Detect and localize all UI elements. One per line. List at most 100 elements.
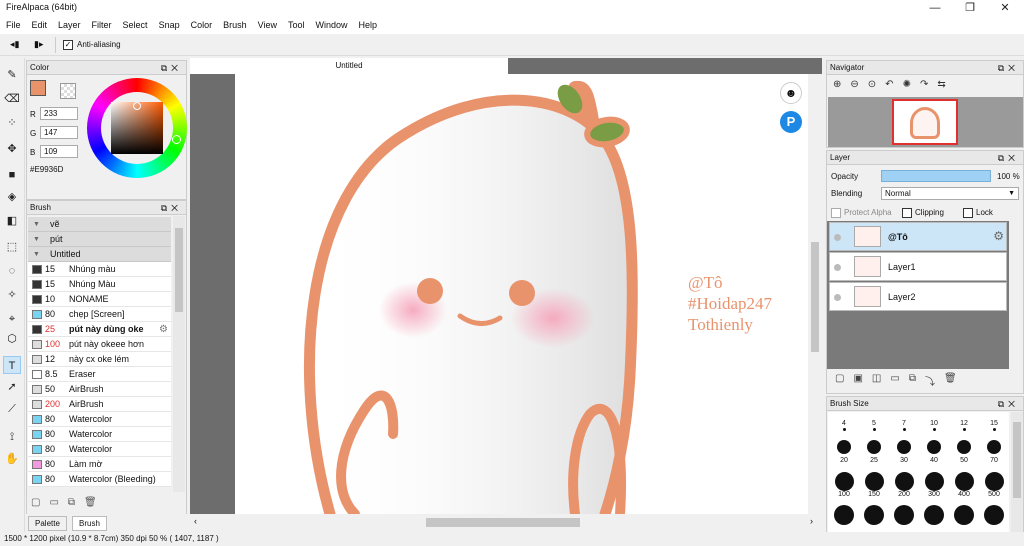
dot-tool-icon[interactable]: ⁘: [3, 114, 21, 132]
close-button[interactable]: ✕: [988, 0, 1022, 16]
brush-size-dot[interactable]: [993, 428, 996, 431]
brush-row[interactable]: 15 Nhúng Màu: [28, 277, 171, 292]
brush-size-dot[interactable]: [954, 471, 974, 491]
menu-item-help[interactable]: Help: [359, 20, 378, 30]
menu-item-layer[interactable]: Layer: [58, 20, 81, 30]
new-brush-icon[interactable]: ▢: [31, 497, 40, 508]
canvas-tab[interactable]: Untitled: [190, 58, 508, 74]
next-frame-icon[interactable]: ▮▸: [34, 39, 43, 50]
hue-wheel[interactable]: [87, 78, 187, 178]
b-input[interactable]: 109: [40, 145, 78, 158]
brush-size-dot[interactable]: [984, 505, 1004, 525]
brush-size-dot[interactable]: [873, 428, 876, 431]
brush-size-dot[interactable]: [963, 428, 966, 431]
brush-size-dot[interactable]: [954, 505, 974, 525]
antialias-checkbox[interactable]: ✓: [63, 40, 73, 50]
operation-tool-icon[interactable]: ➚: [3, 378, 21, 396]
brush-size-dot[interactable]: [864, 505, 884, 525]
r-input[interactable]: 233: [40, 107, 78, 120]
flip-icon[interactable]: ⇆: [937, 79, 945, 90]
brush-size-dot[interactable]: [957, 440, 971, 454]
brush-size-dot[interactable]: [897, 440, 911, 454]
hand-tool-icon[interactable]: ✋: [3, 450, 21, 468]
brush-row[interactable]: 100 pút này okeee hơn: [28, 337, 171, 352]
magic-wand-tool-icon[interactable]: ✧: [3, 286, 21, 304]
hscroll-thumb[interactable]: [426, 518, 580, 527]
brush-row[interactable]: 25 pút này dùng oke ⚙: [28, 322, 171, 337]
brush-row[interactable]: 80 Watercolor: [28, 442, 171, 457]
brush-size-dot[interactable]: [864, 471, 884, 491]
folder-icon[interactable]: ▭: [49, 497, 58, 508]
prev-frame-icon[interactable]: ◂▮: [10, 39, 19, 50]
gradient-tool-icon[interactable]: ◧: [3, 212, 21, 230]
menu-item-color[interactable]: Color: [191, 20, 213, 30]
clipping-checkbox[interactable]: [902, 208, 912, 218]
panel-controls-icon[interactable]: ⧉✕: [161, 201, 182, 215]
brush-row[interactable]: 10 NONAME: [28, 292, 171, 307]
brush-size-dot[interactable]: [933, 428, 936, 431]
lock-checkbox[interactable]: [963, 208, 973, 218]
brush-row[interactable]: 80 Watercolor (Bleeding): [28, 472, 171, 487]
zoom-out-icon[interactable]: ⊖: [850, 79, 858, 90]
brush-size-dot[interactable]: [894, 505, 914, 525]
blending-select[interactable]: Normal ▼: [881, 187, 1019, 200]
vscroll-thumb[interactable]: [811, 242, 819, 352]
delete-brush-icon[interactable]: 🗑: [84, 497, 97, 508]
select-rect-tool-icon[interactable]: ⬚: [3, 238, 21, 256]
navigator-viewport[interactable]: [892, 99, 958, 145]
move-tool-icon[interactable]: ✥: [3, 140, 21, 158]
brush-row[interactable]: 80 Làm mờ: [28, 457, 171, 472]
copy-brush-icon[interactable]: ⧉: [68, 497, 75, 508]
brush-row[interactable]: 200 AirBrush: [28, 397, 171, 412]
g-input[interactable]: 147: [40, 126, 78, 139]
opacity-slider[interactable]: [881, 170, 991, 182]
brush-size-dot[interactable]: [927, 440, 941, 454]
canvas-horizontal-scrollbar[interactable]: ‹ ›: [190, 514, 822, 531]
bucket-tool-icon[interactable]: ◈: [3, 188, 21, 206]
expand-triangle-icon[interactable]: ▼: [33, 232, 40, 247]
brush-size-dot[interactable]: [834, 471, 854, 491]
brush-size-dot[interactable]: [987, 440, 1001, 454]
zoom-fit-icon[interactable]: ⊙: [868, 79, 876, 90]
gear-icon[interactable]: ⚙: [993, 229, 1004, 243]
fill-rect-tool-icon[interactable]: ■: [3, 166, 21, 184]
menu-item-file[interactable]: File: [6, 20, 21, 30]
brush-size-dot[interactable]: [843, 428, 846, 431]
menu-item-edit[interactable]: Edit: [32, 20, 48, 30]
expand-triangle-icon[interactable]: ▼: [33, 217, 40, 232]
panel-controls-icon[interactable]: ⧉✕: [998, 61, 1019, 75]
rotate-reset-icon[interactable]: ✺: [903, 79, 911, 90]
merge-layer-icon[interactable]: ⤵: [925, 373, 935, 388]
brush-row[interactable]: 80 Watercolor: [28, 412, 171, 427]
menu-item-snap[interactable]: Snap: [159, 20, 180, 30]
scroll-right-icon[interactable]: ›: [810, 516, 813, 526]
gear-icon[interactable]: ⚙: [159, 322, 168, 337]
brush-row[interactable]: 8.5 Eraser: [28, 367, 171, 382]
brush-size-dot[interactable]: [924, 505, 944, 525]
text-tool-icon[interactable]: T: [3, 356, 21, 374]
scroll-left-icon[interactable]: ‹: [194, 516, 197, 526]
foreground-color-swatch[interactable]: [30, 80, 46, 96]
visibility-eye-icon[interactable]: [834, 234, 841, 241]
visibility-eye-icon[interactable]: [834, 294, 841, 301]
brush-size-dot[interactable]: [834, 505, 854, 525]
brush-size-scrollbar[interactable]: [1011, 412, 1023, 545]
select-pen-tool-icon[interactable]: ⌖: [3, 310, 21, 328]
select-eraser-tool-icon[interactable]: ⬡: [3, 330, 21, 348]
new-layer-icon[interactable]: ▢: [835, 373, 844, 388]
brush-group[interactable]: ▼ vẽ: [28, 217, 171, 232]
layer-row[interactable]: @Tô ⚙: [829, 222, 1007, 251]
brush-size-dot[interactable]: [894, 471, 914, 491]
brush-size-dot[interactable]: [837, 440, 851, 454]
brush-row[interactable]: 15 Nhúng màu: [28, 262, 171, 277]
eraser-tool-icon[interactable]: ⌫: [3, 90, 21, 108]
canvas-vertical-scrollbar[interactable]: [808, 74, 822, 514]
tab-brush[interactable]: Brush: [72, 516, 107, 531]
pen-tool-icon[interactable]: ✎: [3, 66, 21, 84]
eyedropper-tool-icon[interactable]: ⟟: [3, 428, 21, 446]
layer-row[interactable]: Layer2: [829, 282, 1007, 311]
rotate-right-icon[interactable]: ↷: [920, 79, 928, 90]
panel-controls-icon[interactable]: ⧉✕: [998, 397, 1019, 411]
menu-item-brush[interactable]: Brush: [223, 20, 247, 30]
layer-row[interactable]: Layer1: [829, 252, 1007, 281]
